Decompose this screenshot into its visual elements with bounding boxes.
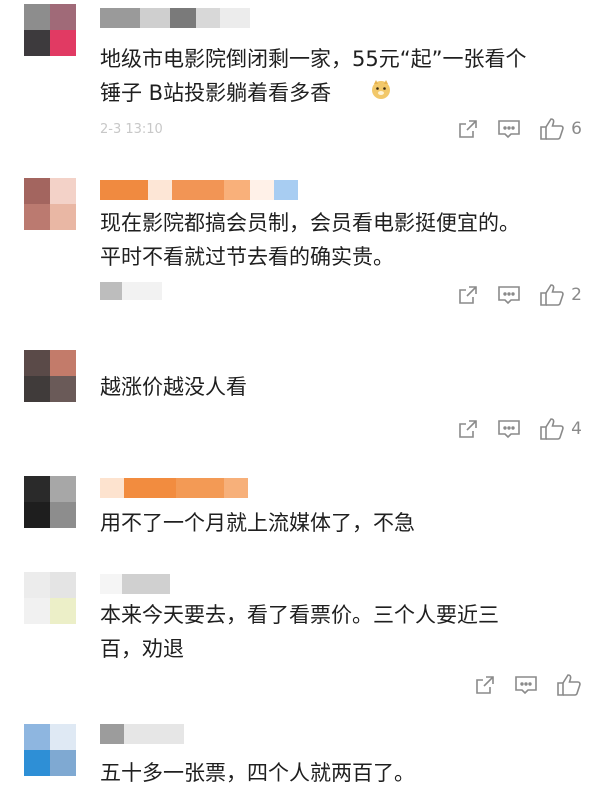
comment-actions: 6	[457, 114, 582, 144]
comment-icon	[498, 286, 520, 305]
timestamp: 2-3 13:10	[100, 121, 163, 137]
comment-item: 越涨价越没人看 4	[0, 322, 600, 462]
comment-icon	[498, 120, 520, 139]
share-button[interactable]	[457, 418, 479, 440]
like-button[interactable]: 4	[539, 417, 582, 441]
like-button[interactable]	[556, 673, 582, 697]
comment-text: 地级市电影院倒闭剩一家，55元“起”一张看个 锤子 B站投影躺着看多香	[100, 47, 527, 105]
comment-item: 现在影院都搞会员制，会员看电影挺便宜的。 平时不看就过节去看的确实贵。 2	[0, 170, 600, 320]
reply-button[interactable]	[497, 118, 521, 140]
comment-icon	[515, 676, 537, 695]
comment-actions: 4	[457, 414, 582, 444]
comment-item: 五十多一张票，四个人就两百了。	[0, 720, 600, 798]
username[interactable]	[100, 180, 298, 200]
avatar[interactable]	[24, 178, 76, 230]
comment-text: 现在影院都搞会员制，会员看电影挺便宜的。 平时不看就过节去看的确实贵。	[100, 211, 520, 269]
comment-text: 五十多一张票，四个人就两百了。	[100, 761, 415, 785]
comment-meta	[100, 282, 162, 300]
thumbs-up-icon	[557, 674, 581, 696]
share-button[interactable]	[457, 118, 479, 140]
comment-actions: 2	[457, 280, 582, 310]
share-button[interactable]	[457, 284, 479, 306]
avatar[interactable]	[24, 724, 76, 776]
like-button[interactable]: 2	[539, 283, 582, 307]
blurred-timestamp	[100, 282, 122, 300]
username[interactable]	[100, 724, 184, 744]
share-button[interactable]	[474, 674, 496, 696]
thumbs-up-icon	[540, 418, 564, 440]
share-icon	[459, 120, 477, 138]
comment-actions	[474, 670, 582, 700]
avatar[interactable]	[24, 350, 76, 402]
reply-button[interactable]	[497, 418, 521, 440]
comment-text: 越涨价越没人看	[100, 375, 247, 399]
share-icon	[459, 286, 477, 304]
like-count: 4	[571, 419, 582, 439]
reply-button[interactable]	[514, 674, 538, 696]
thumbs-up-icon	[540, 118, 564, 140]
username[interactable]	[100, 8, 250, 28]
username[interactable]	[100, 478, 248, 498]
share-icon	[476, 676, 494, 694]
reply-button[interactable]	[497, 284, 521, 306]
like-count: 2	[571, 285, 582, 305]
comment-text: 本来今天要去，看了看票价。三个人要近三 百，劝退	[100, 603, 499, 661]
blurred-timestamp	[122, 282, 162, 300]
comment-item: 用不了一个月就上流媒体了，不急	[0, 470, 600, 550]
avatar[interactable]	[24, 4, 76, 56]
avatar[interactable]	[24, 572, 76, 624]
comment-meta: 2-3 13:10	[100, 120, 163, 138]
comment-item: 本来今天要去，看了看票价。三个人要近三 百，劝退	[0, 560, 600, 710]
comment-icon	[498, 420, 520, 439]
comment-item: 地级市电影院倒闭剩一家，55元“起”一张看个 锤子 B站投影躺着看多香 2-3 …	[0, 0, 600, 160]
like-count: 6	[571, 119, 582, 139]
comment-text: 用不了一个月就上流媒体了，不急	[100, 511, 415, 535]
doge-emoji-icon	[370, 78, 392, 100]
share-icon	[459, 420, 477, 438]
like-button[interactable]: 6	[539, 117, 582, 141]
thumbs-up-icon	[540, 284, 564, 306]
username[interactable]	[100, 574, 170, 594]
avatar[interactable]	[24, 476, 76, 528]
